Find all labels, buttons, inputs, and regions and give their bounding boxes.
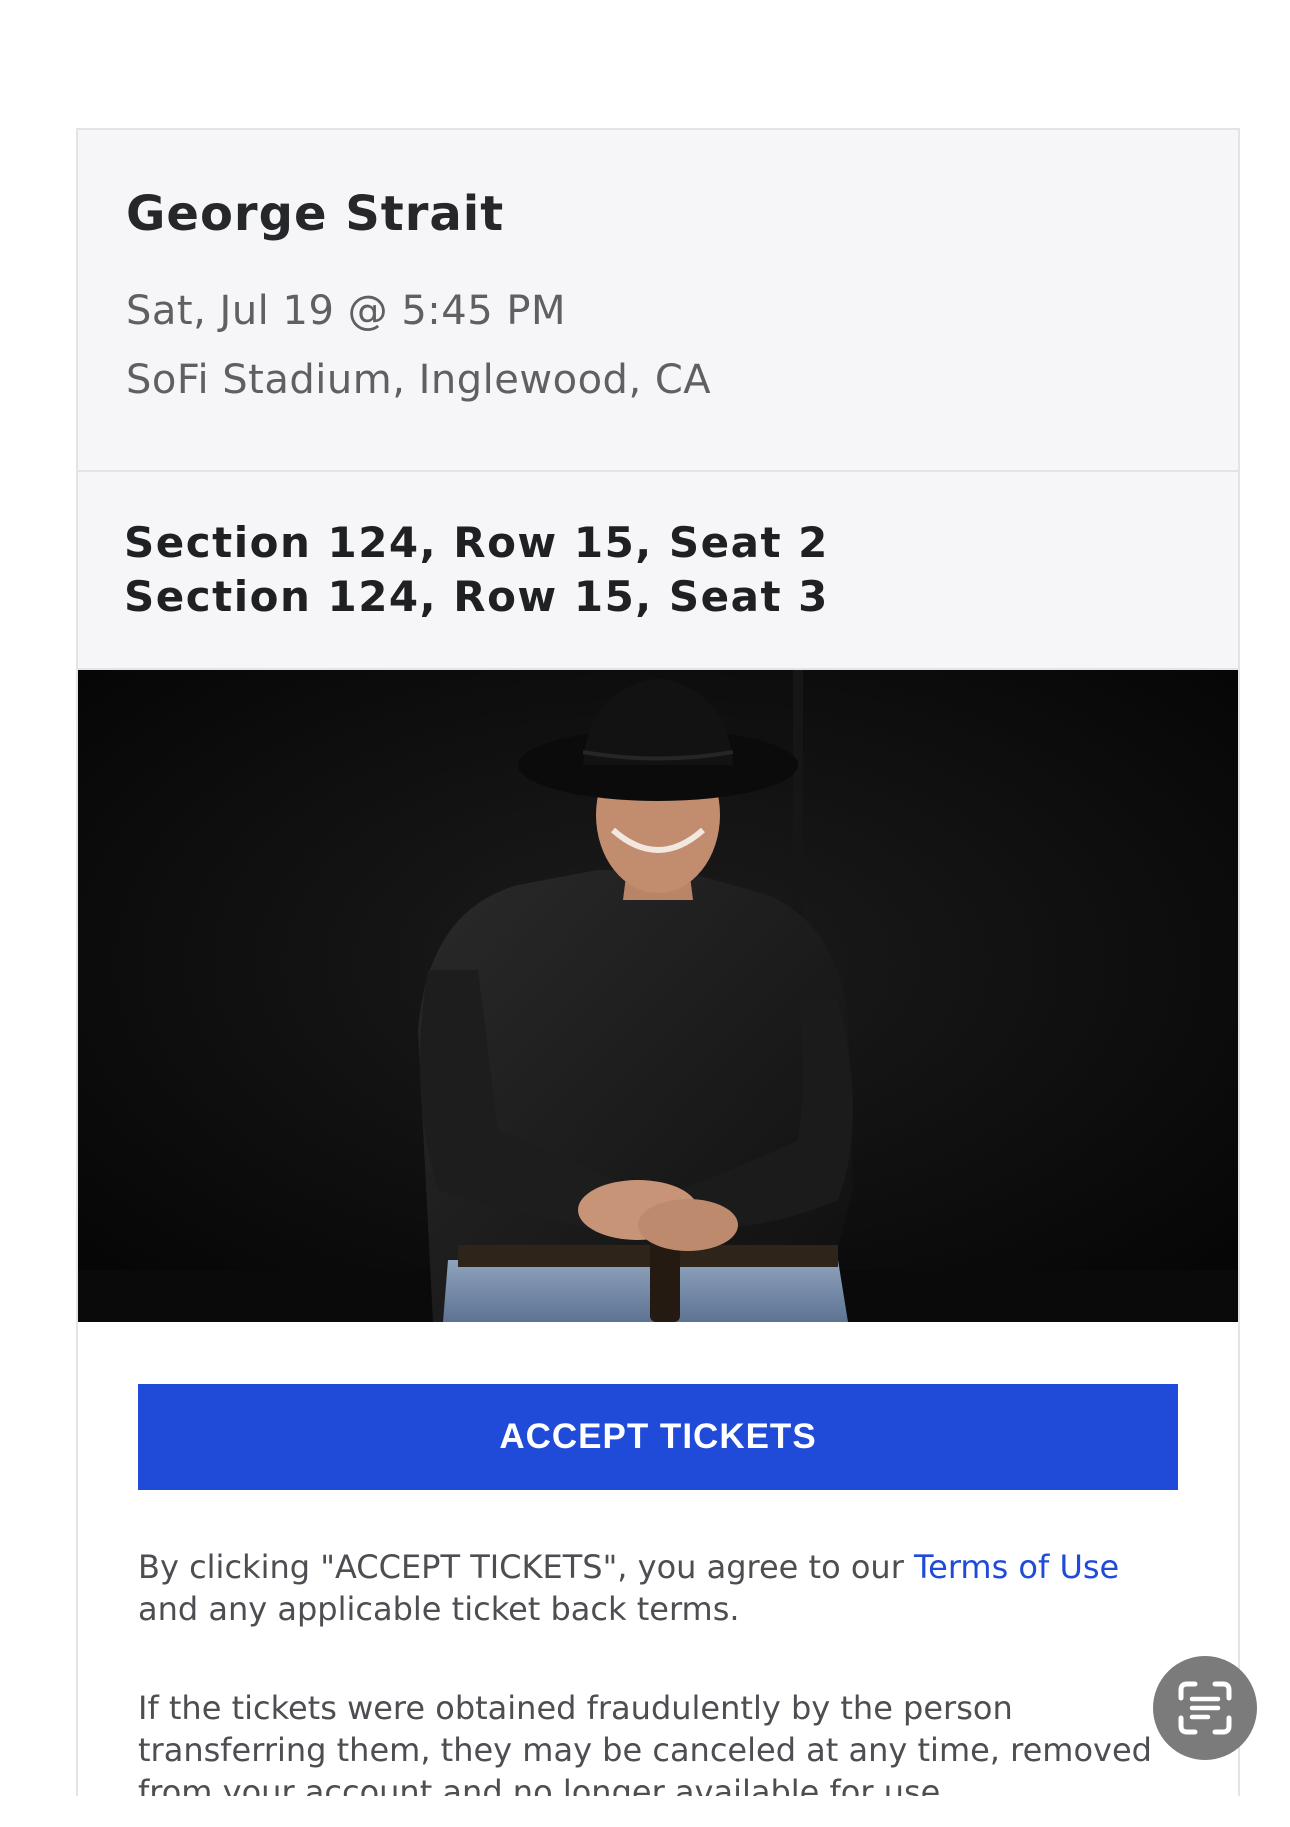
seat-list: Section 124, Row 15, Seat 2 Section 124,… bbox=[78, 472, 1238, 670]
artist-photo-illustration bbox=[78, 670, 1238, 1322]
event-venue: SoFi Stadium, Inglewood, CA bbox=[126, 357, 712, 403]
fraud-notice-text: If the tickets were obtained fraudulentl… bbox=[138, 1689, 1152, 1808]
event-info-panel: George Strait Sat, Jul 19 @ 5:45 PM SoFi… bbox=[78, 130, 1238, 472]
live-text-button[interactable] bbox=[1153, 1656, 1257, 1760]
ticket-transfer-card: George Strait Sat, Jul 19 @ 5:45 PM SoFi… bbox=[76, 128, 1240, 1808]
scroll-cutoff bbox=[0, 1796, 1290, 1827]
seat-item: Section 124, Row 15, Seat 3 bbox=[124, 572, 829, 621]
seat-item: Section 124, Row 15, Seat 2 bbox=[124, 518, 829, 567]
accept-tickets-button[interactable]: ACCEPT TICKETS bbox=[138, 1384, 1178, 1490]
live-text-scan-icon bbox=[1178, 1681, 1232, 1735]
artist-photo bbox=[78, 670, 1238, 1322]
terms-of-use-link[interactable]: Terms of Use bbox=[914, 1548, 1119, 1586]
event-date: Sat, Jul 19 @ 5:45 PM bbox=[126, 288, 566, 334]
terms-text: By clicking "ACCEPT TICKETS", you agree … bbox=[138, 1546, 1178, 1630]
terms-prefix: By clicking "ACCEPT TICKETS", you agree … bbox=[138, 1548, 915, 1586]
event-title: George Strait bbox=[126, 186, 505, 242]
terms-suffix: and any applicable ticket back terms. bbox=[138, 1590, 740, 1628]
